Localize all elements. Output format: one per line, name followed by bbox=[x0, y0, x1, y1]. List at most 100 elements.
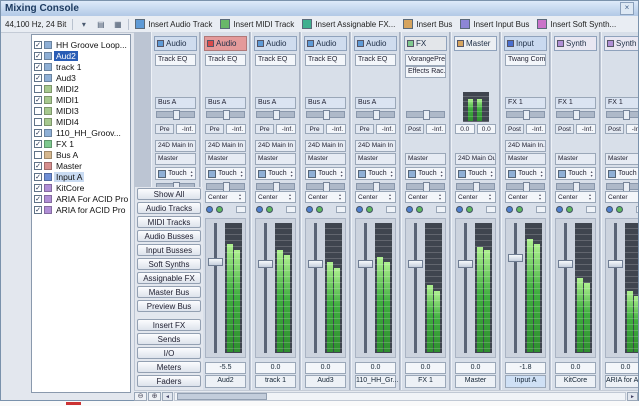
send-level-slider[interactable] bbox=[606, 111, 638, 118]
channel-tab[interactable]: Audio bbox=[204, 36, 247, 51]
pan-slider[interactable] bbox=[506, 183, 545, 190]
mute-button[interactable] bbox=[506, 206, 513, 213]
section-button-meters[interactable]: Meters bbox=[137, 361, 201, 373]
view-button-soft-synths[interactable]: Soft Synths bbox=[137, 258, 201, 270]
pan-slider[interactable] bbox=[456, 183, 495, 190]
volume-fader[interactable] bbox=[408, 260, 423, 268]
channel-list-item[interactable]: ✓HH Groove Loop... bbox=[32, 39, 130, 50]
channel-tab[interactable]: Audio bbox=[154, 36, 197, 51]
send-slider-handle[interactable] bbox=[223, 110, 230, 120]
view-button-audio-tracks[interactable]: Audio Tracks bbox=[137, 202, 201, 214]
insert-button-insert-input-bus[interactable]: Insert Input Bus bbox=[456, 17, 533, 31]
send-pre-post-button[interactable]: Post bbox=[405, 124, 424, 134]
channel-list-item[interactable]: ✓ARIA For ACID Pro bbox=[32, 193, 130, 204]
fader-value-box[interactable]: 0.0 bbox=[355, 362, 396, 374]
volume-fader[interactable] bbox=[508, 254, 523, 262]
spinner-icon[interactable] bbox=[237, 193, 243, 201]
automation-mode-selector[interactable]: Touch bbox=[155, 167, 196, 180]
volume-fader[interactable] bbox=[558, 260, 573, 268]
fx-chain-slot[interactable]: Track EQ bbox=[155, 54, 196, 66]
send-target-label[interactable]: Bus A bbox=[205, 97, 246, 109]
channel-list-toggle-icon[interactable]: ▤ bbox=[93, 17, 108, 32]
view-button-audio-busses[interactable]: Audio Busses bbox=[137, 230, 201, 242]
automation-mode-selector[interactable]: Touch bbox=[205, 167, 246, 180]
send-target-label[interactable]: FX 1 bbox=[555, 97, 596, 109]
output-routing-button[interactable]: Master bbox=[405, 153, 446, 165]
output-routing-button[interactable]: 24D Main Ou... bbox=[455, 153, 496, 165]
solo-button[interactable] bbox=[216, 206, 223, 213]
pan-value-box[interactable]: Center bbox=[355, 191, 396, 203]
channel-checkbox[interactable] bbox=[34, 85, 42, 93]
channel-list-item[interactable]: ✓KitCore bbox=[32, 182, 130, 193]
view-button-midi-tracks[interactable]: MIDI Tracks bbox=[137, 216, 201, 228]
channel-list-item[interactable]: ✓Aud2 bbox=[32, 50, 130, 61]
section-button-faders[interactable]: Faders bbox=[137, 375, 201, 387]
send-level-slider[interactable] bbox=[556, 111, 595, 118]
view-button-assignable-fx[interactable]: Assignable FX bbox=[137, 272, 201, 284]
send-level-value[interactable]: -Inf. bbox=[426, 124, 446, 134]
send-target-label[interactable]: Bus A bbox=[355, 97, 396, 109]
zoom-in-icon[interactable]: ⊕ bbox=[148, 392, 161, 401]
insert-button-insert-assignable-fx[interactable]: Insert Assignable FX... bbox=[298, 17, 399, 31]
solo-button[interactable] bbox=[466, 206, 473, 213]
input-routing-button[interactable]: 24D Main In bbox=[255, 140, 296, 152]
send-target-label[interactable]: Bus A bbox=[255, 97, 296, 109]
output-routing-button[interactable]: Master bbox=[355, 153, 396, 165]
send-level-value[interactable]: -Inf. bbox=[576, 124, 596, 134]
view-button-preview-bus[interactable]: Preview Bus bbox=[137, 300, 201, 312]
volume-fader[interactable] bbox=[358, 260, 373, 268]
pan-value-box[interactable]: Center bbox=[505, 191, 546, 203]
send-slider-handle[interactable] bbox=[373, 110, 380, 120]
channel-list-item[interactable]: MIDI2 bbox=[32, 83, 130, 94]
send-level-slider[interactable] bbox=[356, 111, 395, 118]
spinner-icon[interactable] bbox=[287, 193, 293, 201]
volume-fader[interactable] bbox=[308, 260, 323, 268]
mute-button[interactable] bbox=[556, 206, 563, 213]
send-slider-handle[interactable] bbox=[273, 110, 280, 120]
channel-list-item[interactable]: ✓ARIA for ACID Pro bbox=[32, 204, 130, 215]
view-button-master-bus[interactable]: Master Bus bbox=[137, 286, 201, 298]
fx-chain-slot[interactable]: Track EQ bbox=[255, 54, 296, 66]
pan-value-box[interactable]: Center bbox=[255, 191, 296, 203]
spinner-icon[interactable] bbox=[439, 170, 445, 178]
section-button-i-o[interactable]: I/O bbox=[137, 347, 201, 359]
input-routing-button[interactable]: 24D Main In bbox=[205, 140, 246, 152]
send-level-slider[interactable] bbox=[406, 111, 445, 118]
fader-value-box[interactable]: -5.5 bbox=[205, 362, 246, 374]
fader-value-box[interactable]: -1.8 bbox=[505, 362, 546, 374]
automation-mode-selector[interactable]: Touch bbox=[555, 167, 596, 180]
send-pre-post-button[interactable]: Pre bbox=[155, 124, 174, 134]
view-button-show-all[interactable]: Show All bbox=[137, 188, 201, 200]
meter-options-button[interactable] bbox=[486, 206, 496, 213]
pan-value-box[interactable]: Center bbox=[405, 191, 446, 203]
fader-value-box[interactable]: 0.0 bbox=[255, 362, 296, 374]
output-routing-button[interactable]: Master bbox=[555, 153, 596, 165]
meter-options-button[interactable] bbox=[386, 206, 396, 213]
insert-button-insert-audio-track[interactable]: Insert Audio Track bbox=[131, 17, 216, 31]
automation-mode-selector[interactable]: Touch bbox=[405, 167, 446, 180]
send-level-value[interactable]: -Inf. bbox=[276, 124, 296, 134]
send-level-value[interactable]: -Inf. bbox=[226, 124, 246, 134]
send-slider-handle[interactable] bbox=[573, 110, 580, 120]
fader-value-box[interactable]: 0.0 bbox=[455, 362, 496, 374]
send-target-label[interactable]: Bus A bbox=[305, 97, 346, 109]
pan-value-box[interactable]: Center bbox=[305, 191, 346, 203]
scrollbar-track[interactable] bbox=[174, 392, 626, 401]
fx-chain-slot[interactable]: Track EQ bbox=[355, 54, 396, 66]
fader-value-box[interactable]: 0.0 bbox=[605, 362, 638, 374]
channel-name-box[interactable]: Master bbox=[455, 375, 496, 388]
channel-checkbox[interactable]: ✓ bbox=[34, 173, 42, 181]
spinner-icon[interactable] bbox=[587, 193, 593, 201]
meter-options-button[interactable] bbox=[286, 206, 296, 213]
send-level-value[interactable]: -Inf. bbox=[376, 124, 396, 134]
send-pre-post-button[interactable]: Post bbox=[605, 124, 624, 134]
spinner-icon[interactable] bbox=[537, 193, 543, 201]
solo-button[interactable] bbox=[266, 206, 273, 213]
channel-tab[interactable]: FX bbox=[404, 36, 447, 51]
automation-mode-selector[interactable]: Touch bbox=[605, 167, 638, 180]
send-pre-post-button[interactable]: Pre bbox=[305, 124, 324, 134]
zoom-out-icon[interactable]: ⊖ bbox=[134, 392, 147, 401]
solo-button[interactable] bbox=[566, 206, 573, 213]
input-routing-button[interactable]: 24D Main In bbox=[355, 140, 396, 152]
pan-slider[interactable] bbox=[206, 183, 245, 190]
